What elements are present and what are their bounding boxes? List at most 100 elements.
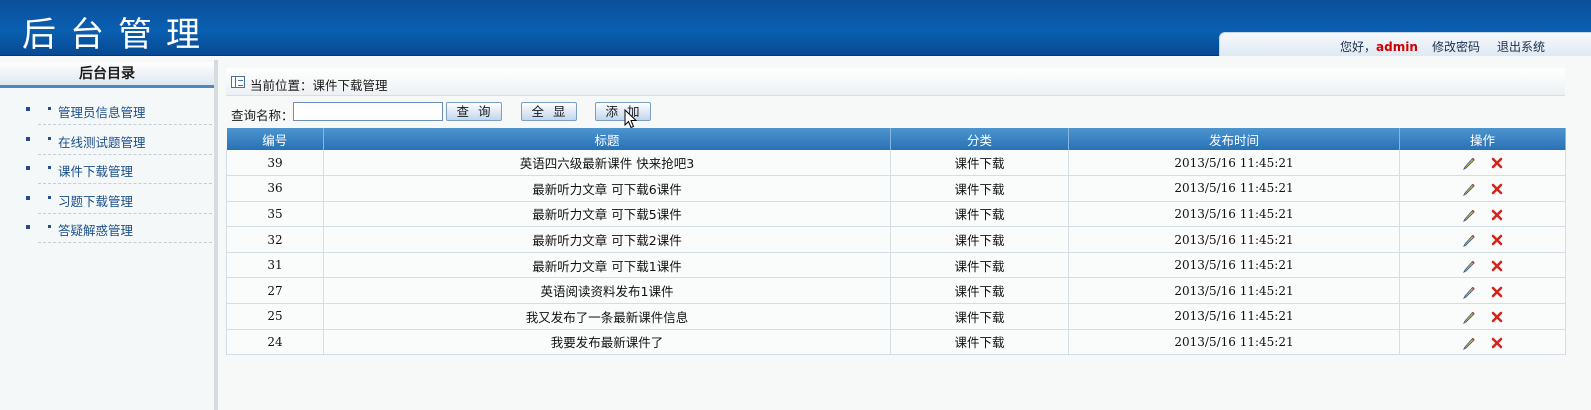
column-header: 编号 [226,128,324,150]
time-cell: 2013/5/16 11:45:21 [1068,226,1400,253]
category-cell: 课件下载 [890,226,1069,253]
category-cell: 课件下载 [890,252,1069,279]
table-row: 36 最新听力文章 可下载6课件 课件下载 2013/5/16 11:45:21 [226,175,1566,202]
title-cell: 最新听力文章 可下载2课件 [323,226,891,253]
sidebar-item-qa[interactable]: 答疑解惑管理 [0,213,214,243]
bullet-icon [26,196,30,200]
actions-cell [1399,201,1566,228]
show-all-button[interactable]: 全显 [521,102,577,121]
title-cell: 最新听力文章 可下载1课件 [323,252,891,279]
table-row: 31 最新听力文章 可下载1课件 课件下载 2013/5/16 11:45:21 [226,252,1566,279]
category-cell: 课件下载 [890,175,1069,202]
bullet-icon [26,166,30,170]
actions-cell [1399,252,1566,279]
id-cell: 27 [226,277,324,305]
actions-cell [1399,303,1566,330]
delete-x-icon[interactable] [1490,156,1504,170]
bullet-icon [48,225,51,228]
bullet-icon [26,107,30,111]
actions-cell [1399,175,1566,202]
delete-x-icon[interactable] [1490,208,1504,222]
category-cell: 课件下载 [890,150,1069,177]
sidebar-divider[interactable] [214,60,218,410]
pencil-icon[interactable] [1462,336,1476,350]
table-row: 24 我要发布最新课件了 课件下载 2013/5/16 11:45:21 [226,329,1566,356]
mouse-cursor-icon [624,109,638,129]
pencil-icon[interactable] [1462,285,1476,299]
sidebar-item-online-test[interactable]: 在线测试题管理 [0,125,214,155]
sidebar-item-admin-info[interactable]: 管理员信息管理 [0,95,214,125]
time-cell: 2013/5/16 11:45:21 [1068,277,1400,305]
sidebar-item-label[interactable]: 习题下载管理 [58,191,133,210]
delete-x-icon[interactable] [1490,310,1504,324]
change-password-link[interactable]: 修改密码 [1432,38,1480,55]
delete-x-icon[interactable] [1490,259,1504,273]
title-cell: 我又发布了一条最新课件信息 [323,303,891,330]
table-row: 35 最新听力文章 可下载5课件 课件下载 2013/5/16 11:45:21 [226,201,1566,228]
sidebar-item-courseware[interactable]: 课件下载管理 [0,154,214,184]
sidebar-item-exercises[interactable]: 习题下载管理 [0,184,214,214]
pencil-icon[interactable] [1462,259,1476,273]
logout-link[interactable]: 退出系统 [1497,38,1545,55]
title-cell: 最新听力文章 可下载5课件 [323,201,891,228]
greeting-prefix: 您好， [1340,40,1377,54]
sidebar-item-label[interactable]: 管理员信息管理 [58,102,146,121]
search-label: 查询名称： [231,108,294,123]
id-cell: 31 [226,252,324,279]
sidebar-item-label[interactable]: 在线测试题管理 [58,132,146,151]
sidebar-item-label[interactable]: 答疑解惑管理 [58,220,133,239]
title-cell: 我要发布最新课件了 [323,329,891,356]
bullet-icon [26,137,30,141]
actions-cell [1399,150,1566,177]
bullet-icon [48,196,51,199]
table-row: 25 我又发布了一条最新课件信息 课件下载 2013/5/16 11:45:21 [226,303,1566,330]
app-title: 后台管理 [22,15,214,55]
delete-x-icon[interactable] [1490,182,1504,196]
id-cell: 36 [226,175,324,202]
breadcrumb-bar: 当前位置：课件下载管理 [226,68,1565,96]
category-cell: 课件下载 [890,329,1069,356]
pencil-icon[interactable] [1462,233,1476,248]
pencil-icon[interactable] [1462,208,1476,222]
id-cell: 32 [226,226,324,253]
column-header: 发布时间 [1068,128,1400,150]
table-row: 27 英语阅读资料发布1课件 课件下载 2013/5/16 11:45:21 [226,277,1566,305]
actions-cell [1399,277,1566,305]
pencil-icon[interactable] [1462,182,1476,197]
divider [38,242,212,243]
id-cell: 39 [226,150,324,177]
title-cell: 英语阅读资料发布1课件 [323,277,891,305]
time-cell: 2013/5/16 11:45:21 [1068,252,1400,279]
add-button[interactable]: 添加 [595,102,651,121]
breadcrumb: 当前位置：课件下载管理 [250,78,388,93]
column-header: 操作 [1399,128,1566,150]
query-button[interactable]: 查询 [446,102,502,121]
user-bar: 您好，admin 修改密码 退出系统 [1219,32,1591,56]
time-cell: 2013/5/16 11:45:21 [1068,201,1400,228]
delete-x-icon[interactable] [1490,285,1504,299]
sidebar-item-label[interactable]: 课件下载管理 [58,161,133,180]
pencil-icon[interactable] [1462,310,1476,325]
bullet-icon [48,107,51,110]
time-cell: 2013/5/16 11:45:21 [1068,303,1400,330]
category-cell: 课件下载 [890,277,1069,305]
category-cell: 课件下载 [890,201,1069,228]
pencil-icon[interactable] [1462,156,1476,171]
greeting: 您好，admin [1340,38,1418,55]
column-header: 标题 [323,128,891,150]
actions-cell [1399,329,1566,356]
id-cell: 25 [226,303,324,330]
main-content: 当前位置：课件下载管理 查询名称： 查询 全显 添加 编号 标题 分类 发布时间… [220,62,1591,410]
delete-x-icon[interactable] [1490,233,1504,247]
app-header: 后台管理 您好，admin 修改密码 退出系统 [0,0,1591,56]
title-cell: 最新听力文章 可下载6课件 [323,175,891,202]
table-header-row: 编号 标题 分类 发布时间 操作 [226,128,1566,150]
column-header: 分类 [890,128,1069,150]
time-cell: 2013/5/16 11:45:21 [1068,150,1400,177]
search-input[interactable] [293,102,443,121]
table-row: 39 英语四六级最新课件 快来抢吧3 课件下载 2013/5/16 11:45:21 [226,150,1566,177]
username: admin [1376,40,1418,54]
bullet-icon [26,225,30,229]
time-cell: 2013/5/16 11:45:21 [1068,175,1400,202]
delete-x-icon[interactable] [1490,336,1504,350]
